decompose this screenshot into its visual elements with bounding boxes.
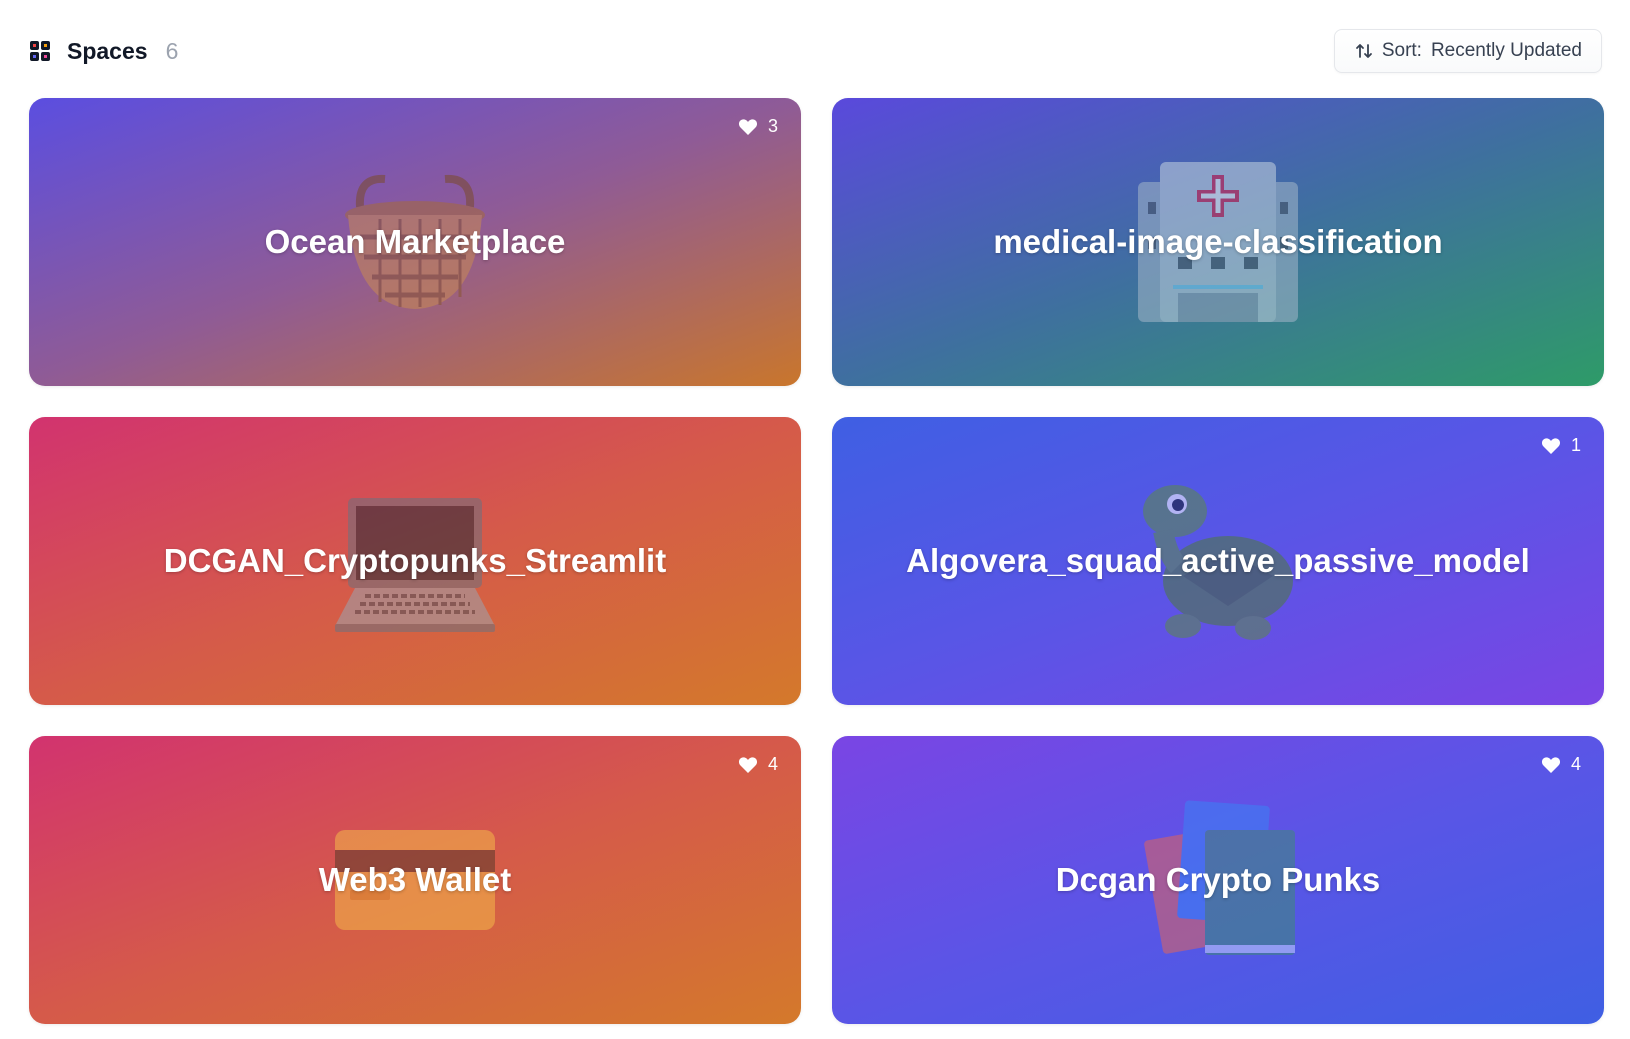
like-count-value: 4 bbox=[767, 754, 778, 774]
spaces-title: Spaces bbox=[67, 37, 148, 64]
spaces-heading: Spaces 6 bbox=[29, 38, 178, 65]
space-card[interactable]: 1 Algovera_squad_active_passive_model bbox=[832, 417, 1604, 705]
space-card[interactable]: DCGAN_Cryptopunks_Streamlit bbox=[29, 417, 801, 705]
heart-icon bbox=[738, 756, 758, 774]
like-count-value: 4 bbox=[1570, 754, 1581, 774]
space-card[interactable]: medical-image-classification bbox=[832, 98, 1604, 386]
like-count: 3 bbox=[738, 116, 778, 137]
space-title: DCGAN_Cryptopunks_Streamlit bbox=[163, 542, 667, 579]
space-title: Ocean Marketplace bbox=[264, 223, 566, 260]
heart-icon bbox=[738, 118, 758, 136]
like-count: 1 bbox=[1541, 435, 1581, 456]
spaces-header: Spaces 6 Sort: Recently Updated bbox=[29, 28, 1602, 74]
sort-arrows-icon bbox=[1354, 41, 1374, 61]
space-card[interactable]: 4 Dcgan Crypto Punks bbox=[832, 736, 1604, 1024]
sort-button[interactable]: Sort: Recently Updated bbox=[1333, 29, 1602, 73]
space-title: Algovera_squad_active_passive_model bbox=[906, 542, 1530, 579]
heart-icon bbox=[1541, 756, 1561, 774]
like-count: 4 bbox=[1541, 754, 1581, 775]
space-title: medical-image-classification bbox=[993, 223, 1443, 260]
space-title: Dcgan Crypto Punks bbox=[1055, 861, 1381, 898]
space-title: Web3 Wallet bbox=[318, 861, 512, 898]
like-count-value: 1 bbox=[1570, 435, 1581, 455]
spaces-grid: 3 Ocean Marketplace medical-image-classi… bbox=[29, 98, 1604, 1024]
space-card[interactable]: 3 Ocean Marketplace bbox=[29, 98, 801, 386]
spaces-count: 6 bbox=[165, 37, 179, 64]
like-count-value: 3 bbox=[767, 116, 778, 136]
sort-value: Recently Updated bbox=[1430, 40, 1582, 61]
like-count: 4 bbox=[738, 754, 778, 775]
space-card[interactable]: 4 Web3 Wallet bbox=[29, 736, 801, 1024]
sort-label: Sort: bbox=[1381, 40, 1422, 61]
spaces-grid-icon bbox=[29, 40, 51, 62]
heart-icon bbox=[1541, 437, 1561, 455]
